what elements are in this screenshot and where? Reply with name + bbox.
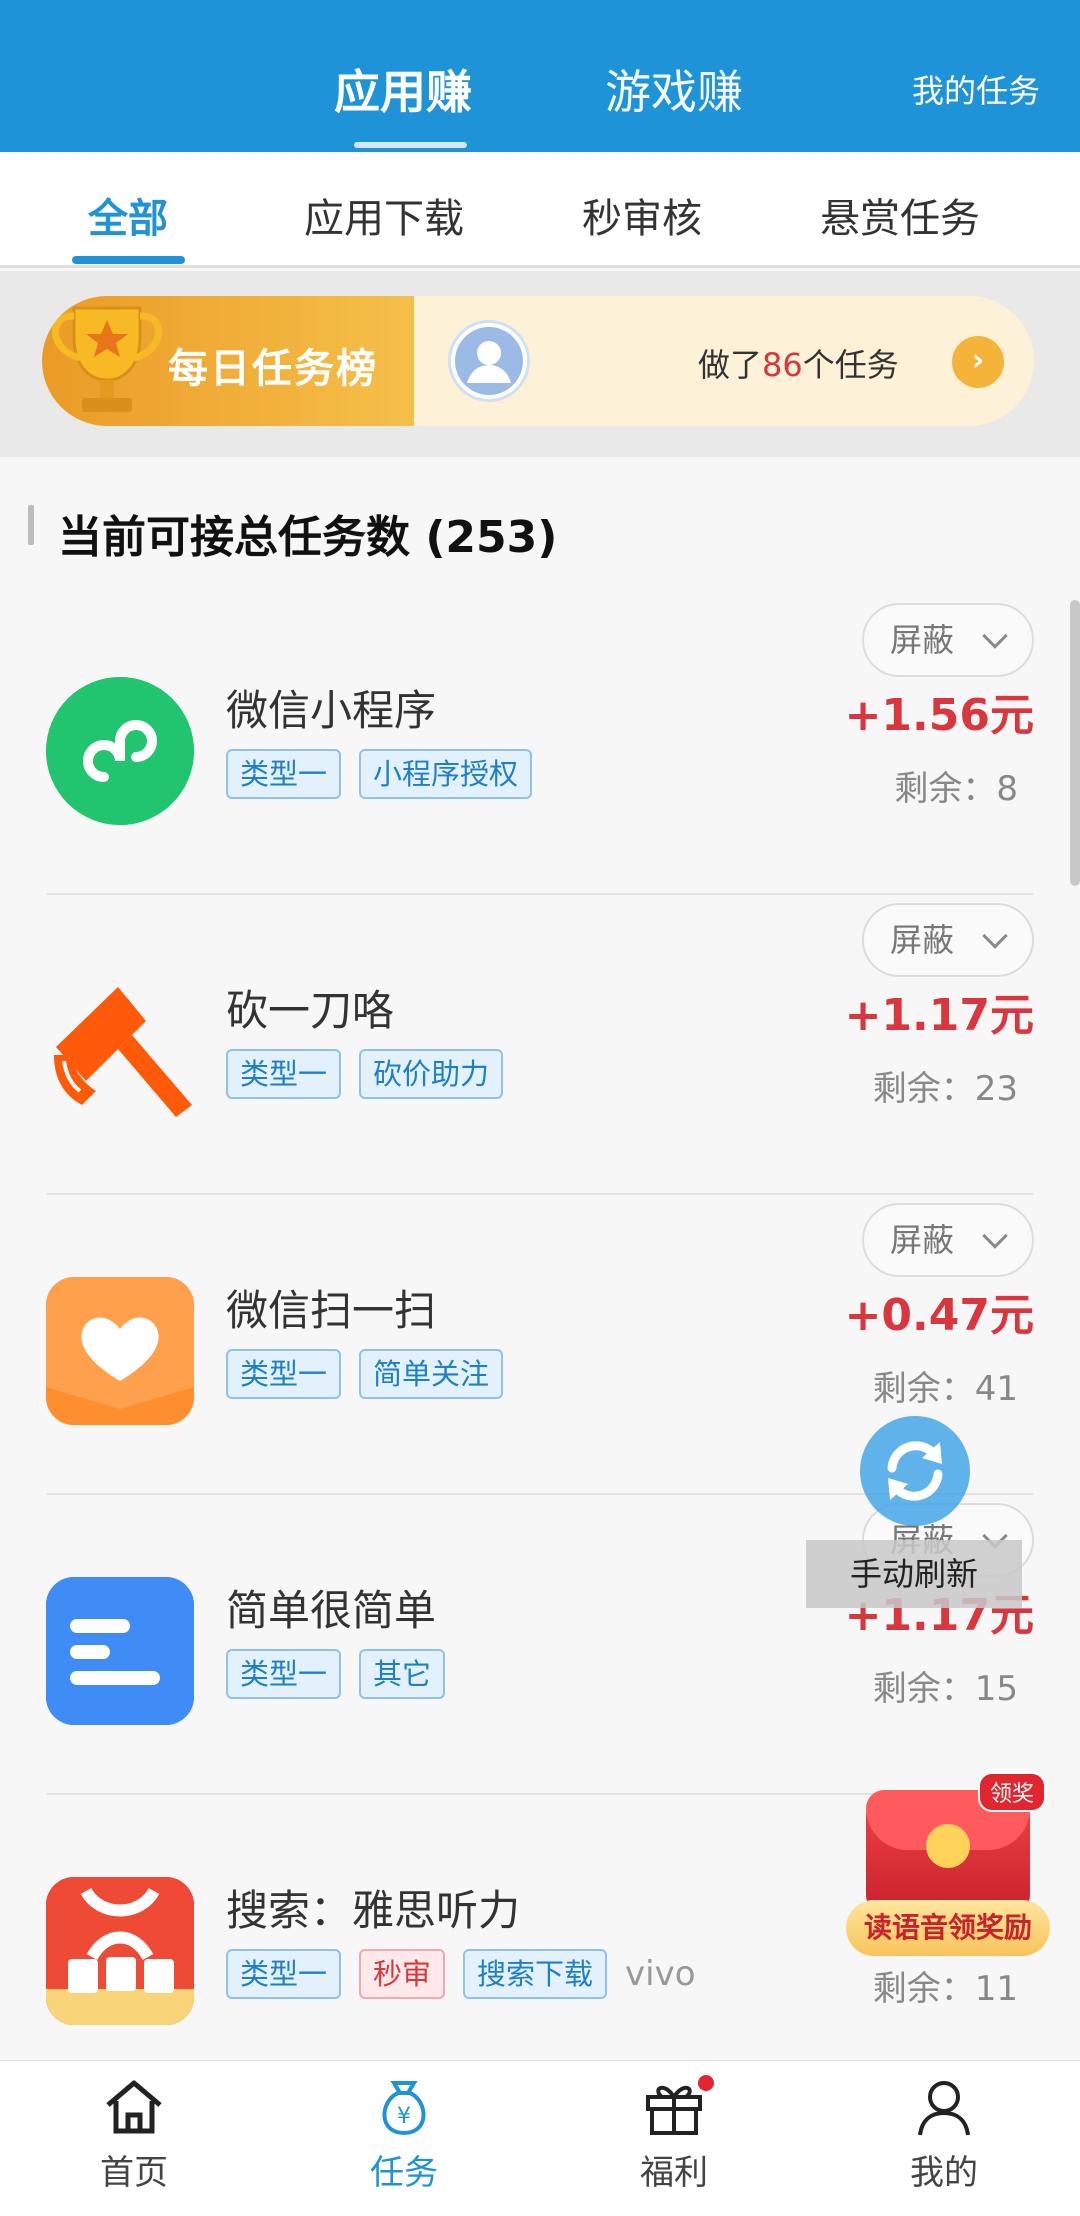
microphone-coin-icon bbox=[926, 1824, 970, 1868]
default-avatar-icon bbox=[455, 327, 523, 395]
my-tasks-link[interactable]: 我的任务 bbox=[912, 66, 1040, 112]
banner-text-suffix: 个任务 bbox=[802, 346, 899, 384]
task-tags: 类型一 小程序授权 bbox=[226, 749, 533, 799]
tag-type: 类型一 bbox=[226, 1649, 342, 1699]
subtab-fast-review[interactable]: 秒审核 bbox=[582, 186, 702, 244]
subtab-bounty[interactable]: 悬赏任务 bbox=[820, 186, 980, 244]
tag-category: 砍价助力 bbox=[359, 1049, 504, 1099]
voice-reward-widget[interactable]: 领奖 读语音领奖励 bbox=[846, 1772, 1050, 1962]
nav-mine-label: 我的 bbox=[910, 2153, 978, 2193]
task-tags: 类型一 其它 bbox=[226, 1649, 446, 1699]
gift-icon bbox=[642, 2075, 714, 2139]
block-button[interactable]: 屏蔽 bbox=[862, 1203, 1034, 1277]
platform-label: vivo bbox=[625, 1954, 696, 1994]
chevron-down-icon bbox=[982, 923, 1008, 949]
task-remaining: 剩余：8 bbox=[894, 769, 1018, 809]
task-remaining: 剩余：15 bbox=[872, 1669, 1018, 1709]
refresh-button[interactable] bbox=[860, 1416, 970, 1526]
task-reward: +1.56元 bbox=[844, 690, 1034, 741]
axe-icon bbox=[46, 977, 194, 1125]
task-reward: +1.17元 bbox=[844, 990, 1034, 1041]
nav-welfare[interactable]: 福利 bbox=[574, 2075, 774, 2194]
task-name: 简单很简单 bbox=[226, 1586, 437, 1635]
category-tabs: 全部 应用下载 秒审核 悬赏任务 bbox=[0, 152, 1080, 268]
chevron-down-icon bbox=[982, 623, 1008, 649]
svg-text:¥: ¥ bbox=[397, 2104, 411, 2129]
task-name: 砍一刀咯 bbox=[226, 986, 395, 1035]
block-label: 屏蔽 bbox=[890, 1221, 955, 1259]
nav-home-label: 首页 bbox=[100, 2153, 168, 2193]
home-icon bbox=[102, 2075, 166, 2139]
tag-type: 类型一 bbox=[226, 749, 342, 799]
nav-mine[interactable]: 我的 bbox=[844, 2075, 1044, 2194]
task-item[interactable]: 砍一刀咯 类型一 砍价助力 屏蔽 +1.17元 剩余：23 bbox=[0, 895, 1080, 1195]
task-item[interactable]: 微信小程序 类型一 小程序授权 屏蔽 +1.56元 剩余：8 bbox=[0, 595, 1080, 895]
tag-fast-review: 秒审 bbox=[359, 1949, 446, 1999]
task-tags: 类型一 砍价助力 bbox=[226, 1049, 504, 1099]
block-label: 屏蔽 bbox=[890, 921, 955, 959]
notification-dot bbox=[698, 2075, 714, 2091]
nav-tasks-label: 任务 bbox=[370, 2153, 438, 2193]
user-icon bbox=[912, 2075, 976, 2139]
task-count-section: 当前可接总任务数 (253) bbox=[0, 457, 1080, 595]
section-title: 当前可接总任务数 (253) bbox=[58, 512, 558, 563]
trophy-icon bbox=[52, 306, 162, 412]
task-name: 搜索：雅思听力 bbox=[226, 1886, 521, 1935]
block-button[interactable]: 屏蔽 bbox=[862, 603, 1034, 677]
scrollbar[interactable] bbox=[1070, 600, 1080, 886]
task-remaining: 剩余：11 bbox=[872, 1969, 1018, 2009]
money-bag-icon: ¥ bbox=[372, 2075, 436, 2139]
banner-title: 每日任务榜 bbox=[168, 346, 378, 392]
task-remaining: 剩余：23 bbox=[872, 1069, 1018, 1109]
task-name: 微信扫一扫 bbox=[226, 1286, 437, 1335]
tag-type: 类型一 bbox=[226, 1349, 342, 1399]
reward-badge: 领奖 bbox=[977, 1772, 1046, 1812]
tag-type: 类型一 bbox=[226, 1049, 342, 1099]
avatar bbox=[448, 320, 530, 402]
chevron-right-icon[interactable]: › bbox=[952, 336, 1004, 388]
tag-category: 简单关注 bbox=[359, 1349, 504, 1399]
active-tab-indicator bbox=[354, 142, 467, 148]
task-name: 微信小程序 bbox=[226, 686, 437, 735]
subtab-all[interactable]: 全部 bbox=[88, 186, 168, 244]
tab-app-earn[interactable]: 应用赚 bbox=[334, 56, 472, 122]
nav-home[interactable]: 首页 bbox=[34, 2075, 234, 2194]
reward-label: 读语音领奖励 bbox=[846, 1900, 1050, 1956]
chevron-down-icon bbox=[982, 1223, 1008, 1249]
banner-count: 86 bbox=[762, 346, 803, 384]
tag-category: 小程序授权 bbox=[359, 749, 533, 799]
task-tags: 类型一 秒审 搜索下载 vivo bbox=[226, 1949, 696, 1999]
block-button[interactable]: 屏蔽 bbox=[862, 903, 1034, 977]
daily-task-ranking-banner[interactable]: 每日任务榜 做了86个任务 › bbox=[42, 296, 1034, 426]
task-reward: +0.47元 bbox=[844, 1290, 1034, 1341]
ielts-app-icon bbox=[46, 1877, 194, 2025]
block-label: 屏蔽 bbox=[890, 621, 955, 659]
subtab-indicator bbox=[72, 256, 185, 264]
wechat-miniprogram-icon bbox=[46, 677, 194, 825]
refresh-icon bbox=[887, 1441, 943, 1501]
banner-task-count: 做了86个任务 bbox=[698, 340, 899, 386]
bottom-navigation: 首页 ¥ 任务 福利 我的 bbox=[0, 2060, 1080, 2216]
text-lines-icon bbox=[46, 1577, 194, 1725]
nav-welfare-label: 福利 bbox=[640, 2153, 708, 2193]
tag-category: 其它 bbox=[359, 1649, 446, 1699]
banner-text-prefix: 做了 bbox=[698, 346, 763, 384]
section-marker bbox=[28, 505, 34, 545]
manual-refresh-label[interactable]: 手动刷新 bbox=[806, 1540, 1022, 1608]
subtab-app-download[interactable]: 应用下载 bbox=[304, 186, 464, 244]
tag-type: 类型一 bbox=[226, 1949, 342, 1999]
tab-game-earn[interactable]: 游戏赚 bbox=[605, 56, 743, 122]
tag-category: 搜索下载 bbox=[463, 1949, 608, 1999]
heart-ribbon-icon bbox=[46, 1277, 194, 1425]
task-tags: 类型一 简单关注 bbox=[226, 1349, 504, 1399]
nav-tasks[interactable]: ¥ 任务 bbox=[304, 2075, 504, 2194]
task-remaining: 剩余：41 bbox=[872, 1369, 1018, 1409]
top-header: 应用赚 游戏赚 我的任务 bbox=[0, 0, 1080, 152]
